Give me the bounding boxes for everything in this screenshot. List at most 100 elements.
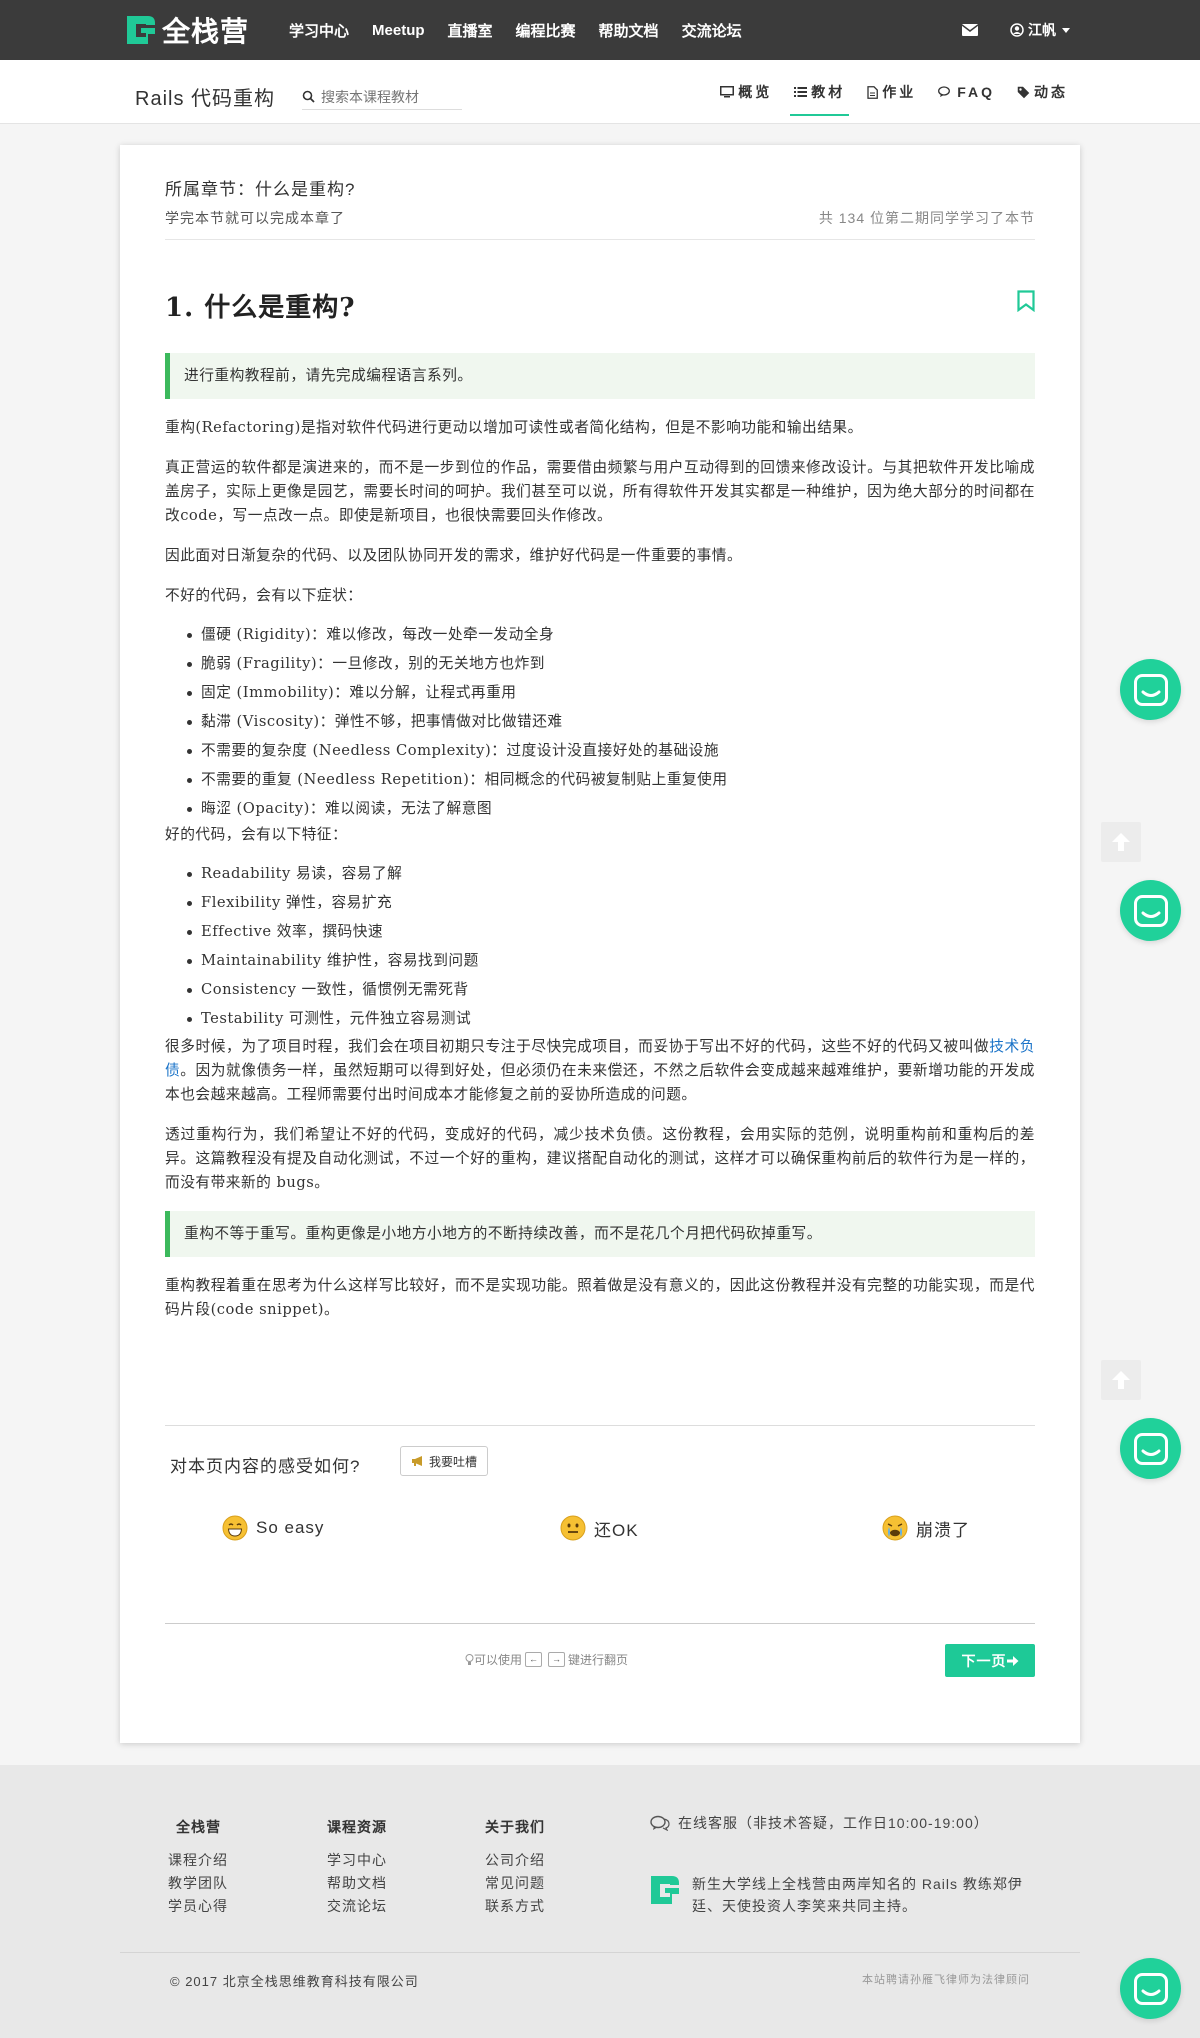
chat-fab[interactable] [1120,1418,1181,1479]
keyboard-hint: 可以使用 ← → 键进行翻页 [465,1651,628,1668]
divider [165,239,1035,240]
right-arrow-key: → [548,1652,566,1667]
arrow-up-icon [1112,1371,1130,1389]
good-code-list: Readability 易读，容易了解 Flexibility 弹性，容易扩充 … [187,859,1035,1033]
next-page-button[interactable]: 下一页 [945,1644,1035,1677]
list-item: Flexibility 弹性，容易扩充 [187,888,1035,917]
site-footer: 全栈营 课程介绍 教学团队 学员心得 课程资源 学习中心 帮助文档 交流论坛 关… [0,1765,1200,2038]
footer-link[interactable]: 公司介绍 [485,1849,545,1872]
rating-ok[interactable]: 还OK [560,1515,639,1541]
list-item: 固定 (Immobility)：难以分解，让程式再重用 [187,678,1035,707]
scroll-top-button[interactable] [1101,822,1141,862]
tab-materials[interactable]: 教材 [790,60,850,124]
logo-mark-icon [651,1876,679,1904]
footer-link[interactable]: 学员心得 [168,1895,228,1918]
hint-text: 可以使用 [474,1653,523,1667]
nav-link-meetup[interactable]: Meetup [372,22,425,39]
rating-easy-label: So easy [256,1518,325,1537]
footer-column: 关于我们 公司介绍 常见问题 联系方式 [485,1817,545,1918]
divider [165,1425,1035,1426]
about-block: 新生大学线上全栈营由两岸知名的 Rails 教练郑伊廷、天使投资人李笑来共同主持… [648,1873,1032,1917]
chat-icon [1133,673,1168,706]
hint-text: 键进行翻页 [568,1653,629,1667]
footer-column: 全栈营 课程介绍 教学团队 学员心得 [168,1817,228,1918]
nav-link-help[interactable]: 帮助文档 [599,20,659,41]
chat-fab[interactable] [1120,659,1181,720]
footer-link[interactable]: 交流论坛 [327,1895,387,1918]
bookmark-icon[interactable] [1017,290,1035,312]
user-menu[interactable]: 江帆 [1010,20,1070,40]
footer-column: 课程资源 学习中心 帮助文档 交流论坛 [327,1817,387,1918]
scroll-top-button[interactable] [1101,1360,1141,1400]
logo-mark-icon [127,16,155,44]
service-text: 在线客服（非技术答疑，工作日10:00-19:00） [678,1815,989,1831]
list-item: Maintainability 维护性，容易找到问题 [187,946,1035,975]
lightbulb-icon [465,1653,474,1665]
bad-code-list: 僵硬 (Rigidity)：难以修改，每改一处牵一发动全身 脆弱 (Fragil… [187,620,1035,823]
list-item: 晦涩 (Opacity)：难以阅读，无法了解意图 [187,794,1035,823]
footer-link[interactable]: 学习中心 [327,1849,387,1872]
mail-icon[interactable] [962,24,978,36]
course-bar: Rails 代码重构 概览 教材 作业 FAQ 动态 [0,60,1200,124]
course-search [302,84,462,110]
list-item: 不需要的重复 (Needless Repetition)：相同概念的代码被复制贴… [187,765,1035,794]
rating-breakdown[interactable]: 崩溃了 [882,1515,970,1541]
nav-link-live[interactable]: 直播室 [448,20,493,41]
chapter-learner-count: 共 134 位第二期同学学习了本节 [818,210,1035,226]
footer-link[interactable]: 常见问题 [485,1872,545,1895]
logo[interactable]: 全栈营 [124,12,249,48]
tab-materials-label: 教材 [811,84,846,100]
paragraph: 不好的代码，会有以下症状： [165,587,363,604]
tab-overview[interactable]: 概览 [720,60,772,124]
paragraph: 重构(Refactoring)是指对软件代码进行更动以增加可读性或者简化结构，但… [165,419,863,436]
arrow-right-icon [1006,1655,1018,1666]
lesson-card: 所属章节：什么是重构? 学完本节就可以完成本章了 共 134 位第二期同学学习了… [120,145,1080,1743]
neutral-emoji-icon [560,1515,586,1541]
course-tabs: 概览 教材 作业 FAQ 动态 [698,60,1068,124]
paragraph: 好的代码，会有以下特征： [165,826,348,843]
lesson-body: 进行重构教程前，请先完成编程语言系列。 重构(Refactoring)是指对软件… [165,353,1035,1338]
chevron-down-icon [1062,27,1070,33]
rating-easy[interactable]: So easy [222,1515,324,1541]
comments-icon [938,86,951,97]
top-navbar: 全栈营 学习中心 Meetup 直播室 编程比赛 帮助文档 交流论坛 江帆 [0,0,1200,60]
search-input[interactable] [321,88,461,105]
footer-link[interactable]: 教学团队 [168,1872,228,1895]
arrow-up-icon [1112,833,1130,851]
logo-text: 全栈营 [162,16,250,47]
paragraph: 很多时候，为了项目时程，我们会在项目初期只专注于尽快完成项目，而妥协于写出不好的… [165,1035,1035,1107]
legal-notice: 本站聘请孙雁飞律师为法律顾问 [862,1974,1030,1986]
nav-link-forum[interactable]: 交流论坛 [682,20,742,41]
nav-link-learning[interactable]: 学习中心 [289,20,349,41]
footer-column-title: 关于我们 [485,1819,545,1835]
list-item: Effective 效率，撰码快速 [187,917,1035,946]
chat-fab[interactable] [1120,1958,1181,2019]
chat-icon [1133,1432,1168,1465]
tab-homework[interactable]: 作业 [867,60,916,124]
list-item: Readability 易读，容易了解 [187,859,1035,888]
tag-icon [1017,86,1030,98]
nav-link-contest[interactable]: 编程比赛 [516,20,576,41]
tab-activity[interactable]: 动态 [1017,60,1068,124]
footer-link[interactable]: 帮助文档 [327,1872,387,1895]
chat-icon [1133,894,1168,927]
list-icon [794,87,808,97]
left-arrow-key: ← [525,1652,543,1667]
copyright: © 2017 北京全栈思维教育科技有限公司 [170,1974,419,1989]
chat-icon [1133,1972,1168,2005]
tab-homework-label: 作业 [882,84,917,100]
tab-overview-label: 概览 [738,84,773,100]
grin-emoji-icon [222,1515,248,1541]
tab-faq[interactable]: FAQ [938,60,995,124]
complain-button[interactable]: 我要吐槽 [400,1446,489,1476]
footer-link[interactable]: 联系方式 [485,1895,545,1918]
footer-column-title: 全栈营 [176,1819,221,1835]
divider [120,1952,1080,1953]
online-service[interactable]: 在线客服（非技术答疑，工作日10:00-19:00） [650,1813,989,1833]
complain-label: 我要吐槽 [429,1454,478,1469]
paragraph-text: 。因为就像债务一样，虽然短期可以得到好处，但必须仍在未来偿还，不然之后软件会变成… [165,1062,1035,1103]
chat-fab[interactable] [1120,880,1181,941]
comments-icon [650,1815,670,1831]
footer-column-title: 课程资源 [327,1819,387,1835]
footer-link[interactable]: 课程介绍 [168,1849,228,1872]
